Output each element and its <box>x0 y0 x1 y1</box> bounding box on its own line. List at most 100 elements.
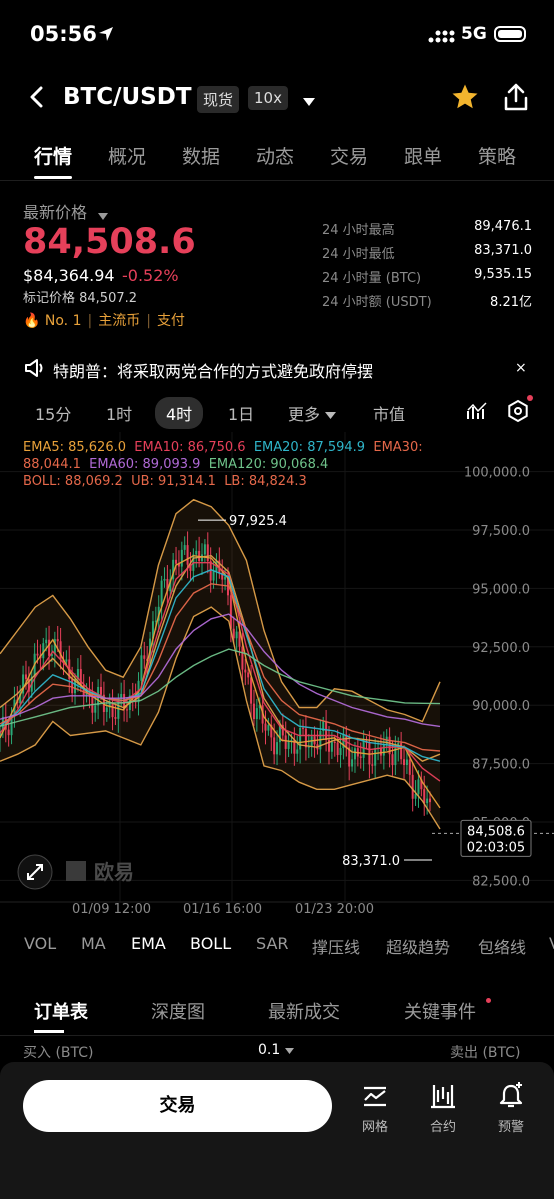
y-tick-label: 92,500.0 <box>472 641 530 656</box>
indicator-supertrend[interactable]: 超级趋势 <box>386 934 450 958</box>
timeframe-more[interactable]: 更多 <box>288 401 337 425</box>
news-ticker[interactable]: 特朗普：将采取两党合作的方式避免政府停摆 <box>53 358 373 382</box>
market-cap-toggle[interactable]: 市值 <box>373 401 405 425</box>
tab-trade[interactable]: 交易 <box>330 142 368 169</box>
indicator-support-resistance[interactable]: 撑压线 <box>312 934 360 958</box>
leverage-badge: 10x <box>248 86 288 110</box>
candle-body <box>94 705 97 713</box>
stat-row: 24 小时最高 89,476.1 <box>322 219 532 243</box>
candle-body <box>48 639 51 656</box>
legend-ub: UB: 91,314.1 <box>131 474 216 489</box>
candle-body <box>186 545 189 565</box>
latest-price-label[interactable]: 最新价格 <box>23 199 87 223</box>
timeframe-15m[interactable]: 15分 <box>35 401 71 425</box>
legend-ema60: EMA60: 89,093.9 <box>89 457 201 472</box>
legend-ema5: EMA5: 85,626.0 <box>23 440 126 455</box>
okx-logo-icon <box>66 861 86 881</box>
orderbook-tabs: 订单表 深度图 最新成交 关键事件 <box>0 998 554 1033</box>
candle-body <box>333 741 336 743</box>
bell-icon <box>499 1082 523 1108</box>
24h-stats: 24 小时最高 89,476.1 24 小时最低 83,371.0 24 小时量 (… <box>322 219 532 315</box>
price-alert-button[interactable]: 预警 <box>486 1082 536 1135</box>
candle-body <box>417 779 420 794</box>
stat-value: 9,535.15 <box>474 267 532 282</box>
more-label: 更多 <box>288 405 321 424</box>
trade-button[interactable]: 交易 <box>23 1080 332 1132</box>
candle-body <box>111 703 114 718</box>
watermark-text: 欧易 <box>94 860 134 884</box>
tab-key-events[interactable]: 关键事件 <box>404 998 476 1024</box>
stat-label: 24 小时最高 <box>322 223 395 238</box>
candle-body <box>351 759 354 767</box>
candle-body <box>114 717 117 719</box>
candle-body <box>125 709 128 711</box>
indicator-sar[interactable]: SAR <box>256 934 289 953</box>
indicator-boll[interactable]: BOLL <box>190 934 231 953</box>
stat-row: 24 小时量 (BTC) 9,535.15 <box>322 267 532 291</box>
candle-body <box>304 728 307 748</box>
indicator-chart-icon[interactable] <box>466 401 488 425</box>
candle-body <box>175 559 178 564</box>
tab-latest-trades[interactable]: 最新成交 <box>268 998 340 1024</box>
indicator-envelope[interactable]: 包络线 <box>478 934 526 958</box>
market-type-badge: 现货 <box>197 86 240 113</box>
timeframe-4h[interactable]: 4时 <box>155 397 204 429</box>
contract-button[interactable]: 合约 <box>418 1082 468 1135</box>
timeframe-1h[interactable]: 1时 <box>106 401 132 425</box>
pair-dropdown-icon[interactable] <box>302 92 316 111</box>
candle-body <box>379 747 382 756</box>
notification-dot <box>486 998 491 1003</box>
candle-body <box>273 737 276 755</box>
candle-body <box>423 789 426 804</box>
candlestick-chart[interactable]: 100,000.0 97,500.0 95,000.0 92,500.0 90,000.… <box>0 432 554 922</box>
stat-label: 24 小时量 (BTC) <box>322 271 422 286</box>
tab-copy-trading[interactable]: 跟单 <box>404 142 442 169</box>
tab-overview[interactable]: 概况 <box>108 142 146 169</box>
active-tab-indicator <box>34 176 72 179</box>
candle-body <box>371 764 374 766</box>
favorite-star-icon[interactable] <box>450 82 480 116</box>
stat-value: 89,476.1 <box>474 219 532 234</box>
share-icon[interactable] <box>502 82 530 116</box>
tab-market[interactable]: 行情 <box>34 142 72 169</box>
notification-dot <box>527 395 533 401</box>
usd-price: $84,364.94 <box>23 266 115 285</box>
candle-body <box>411 774 414 799</box>
back-button[interactable] <box>28 86 46 112</box>
active-tab-indicator <box>34 1030 64 1033</box>
network-type: 5G <box>461 24 487 44</box>
location-arrow-icon <box>98 26 114 46</box>
candle-body <box>100 686 103 695</box>
tab-news[interactable]: 动态 <box>256 142 294 169</box>
legend-ema120: EMA120: 90,068.4 <box>208 457 329 472</box>
tab-orderbook[interactable]: 订单表 <box>34 998 88 1024</box>
timeframe-1d[interactable]: 1日 <box>228 401 254 425</box>
grid-trading-button[interactable]: 网格 <box>350 1082 400 1135</box>
indicator-ema[interactable]: EMA <box>131 934 166 953</box>
countdown-label: 02:03:05 <box>467 840 525 855</box>
tab-strategy[interactable]: 策略 <box>478 142 516 169</box>
candle-body <box>201 554 204 562</box>
candle-body <box>65 659 68 662</box>
tab-data[interactable]: 数据 <box>182 142 220 169</box>
candle-body <box>250 677 253 704</box>
trading-pair-title[interactable]: BTC/USDT <box>63 84 192 110</box>
tag-rank[interactable]: No. 1 <box>45 313 82 329</box>
candle-body <box>336 742 339 756</box>
tag-mainstream[interactable]: 主流币 <box>98 313 140 329</box>
price-step-selector[interactable]: 0.1 <box>258 1042 294 1058</box>
indicator-vol[interactable]: VOL <box>24 934 56 953</box>
last-price-tag-value: 84,508.6 <box>467 824 525 839</box>
low-price-label: 83,371.0 <box>342 854 400 869</box>
main-tabs: 行情 概况 数据 动态 交易 跟单 策略 <box>0 142 554 179</box>
chart-settings-icon[interactable] <box>506 395 533 427</box>
indicator-more[interactable]: V <box>549 934 554 953</box>
candle-body <box>362 741 365 758</box>
close-icon[interactable]: × <box>515 360 527 376</box>
indicator-ma[interactable]: MA <box>81 934 106 953</box>
candle-body <box>105 707 108 712</box>
candle-body <box>359 756 362 758</box>
legend-lb: LB: 84,824.3 <box>224 474 307 489</box>
tag-payment[interactable]: 支付 <box>157 313 185 329</box>
tab-depth-chart[interactable]: 深度图 <box>151 998 205 1024</box>
